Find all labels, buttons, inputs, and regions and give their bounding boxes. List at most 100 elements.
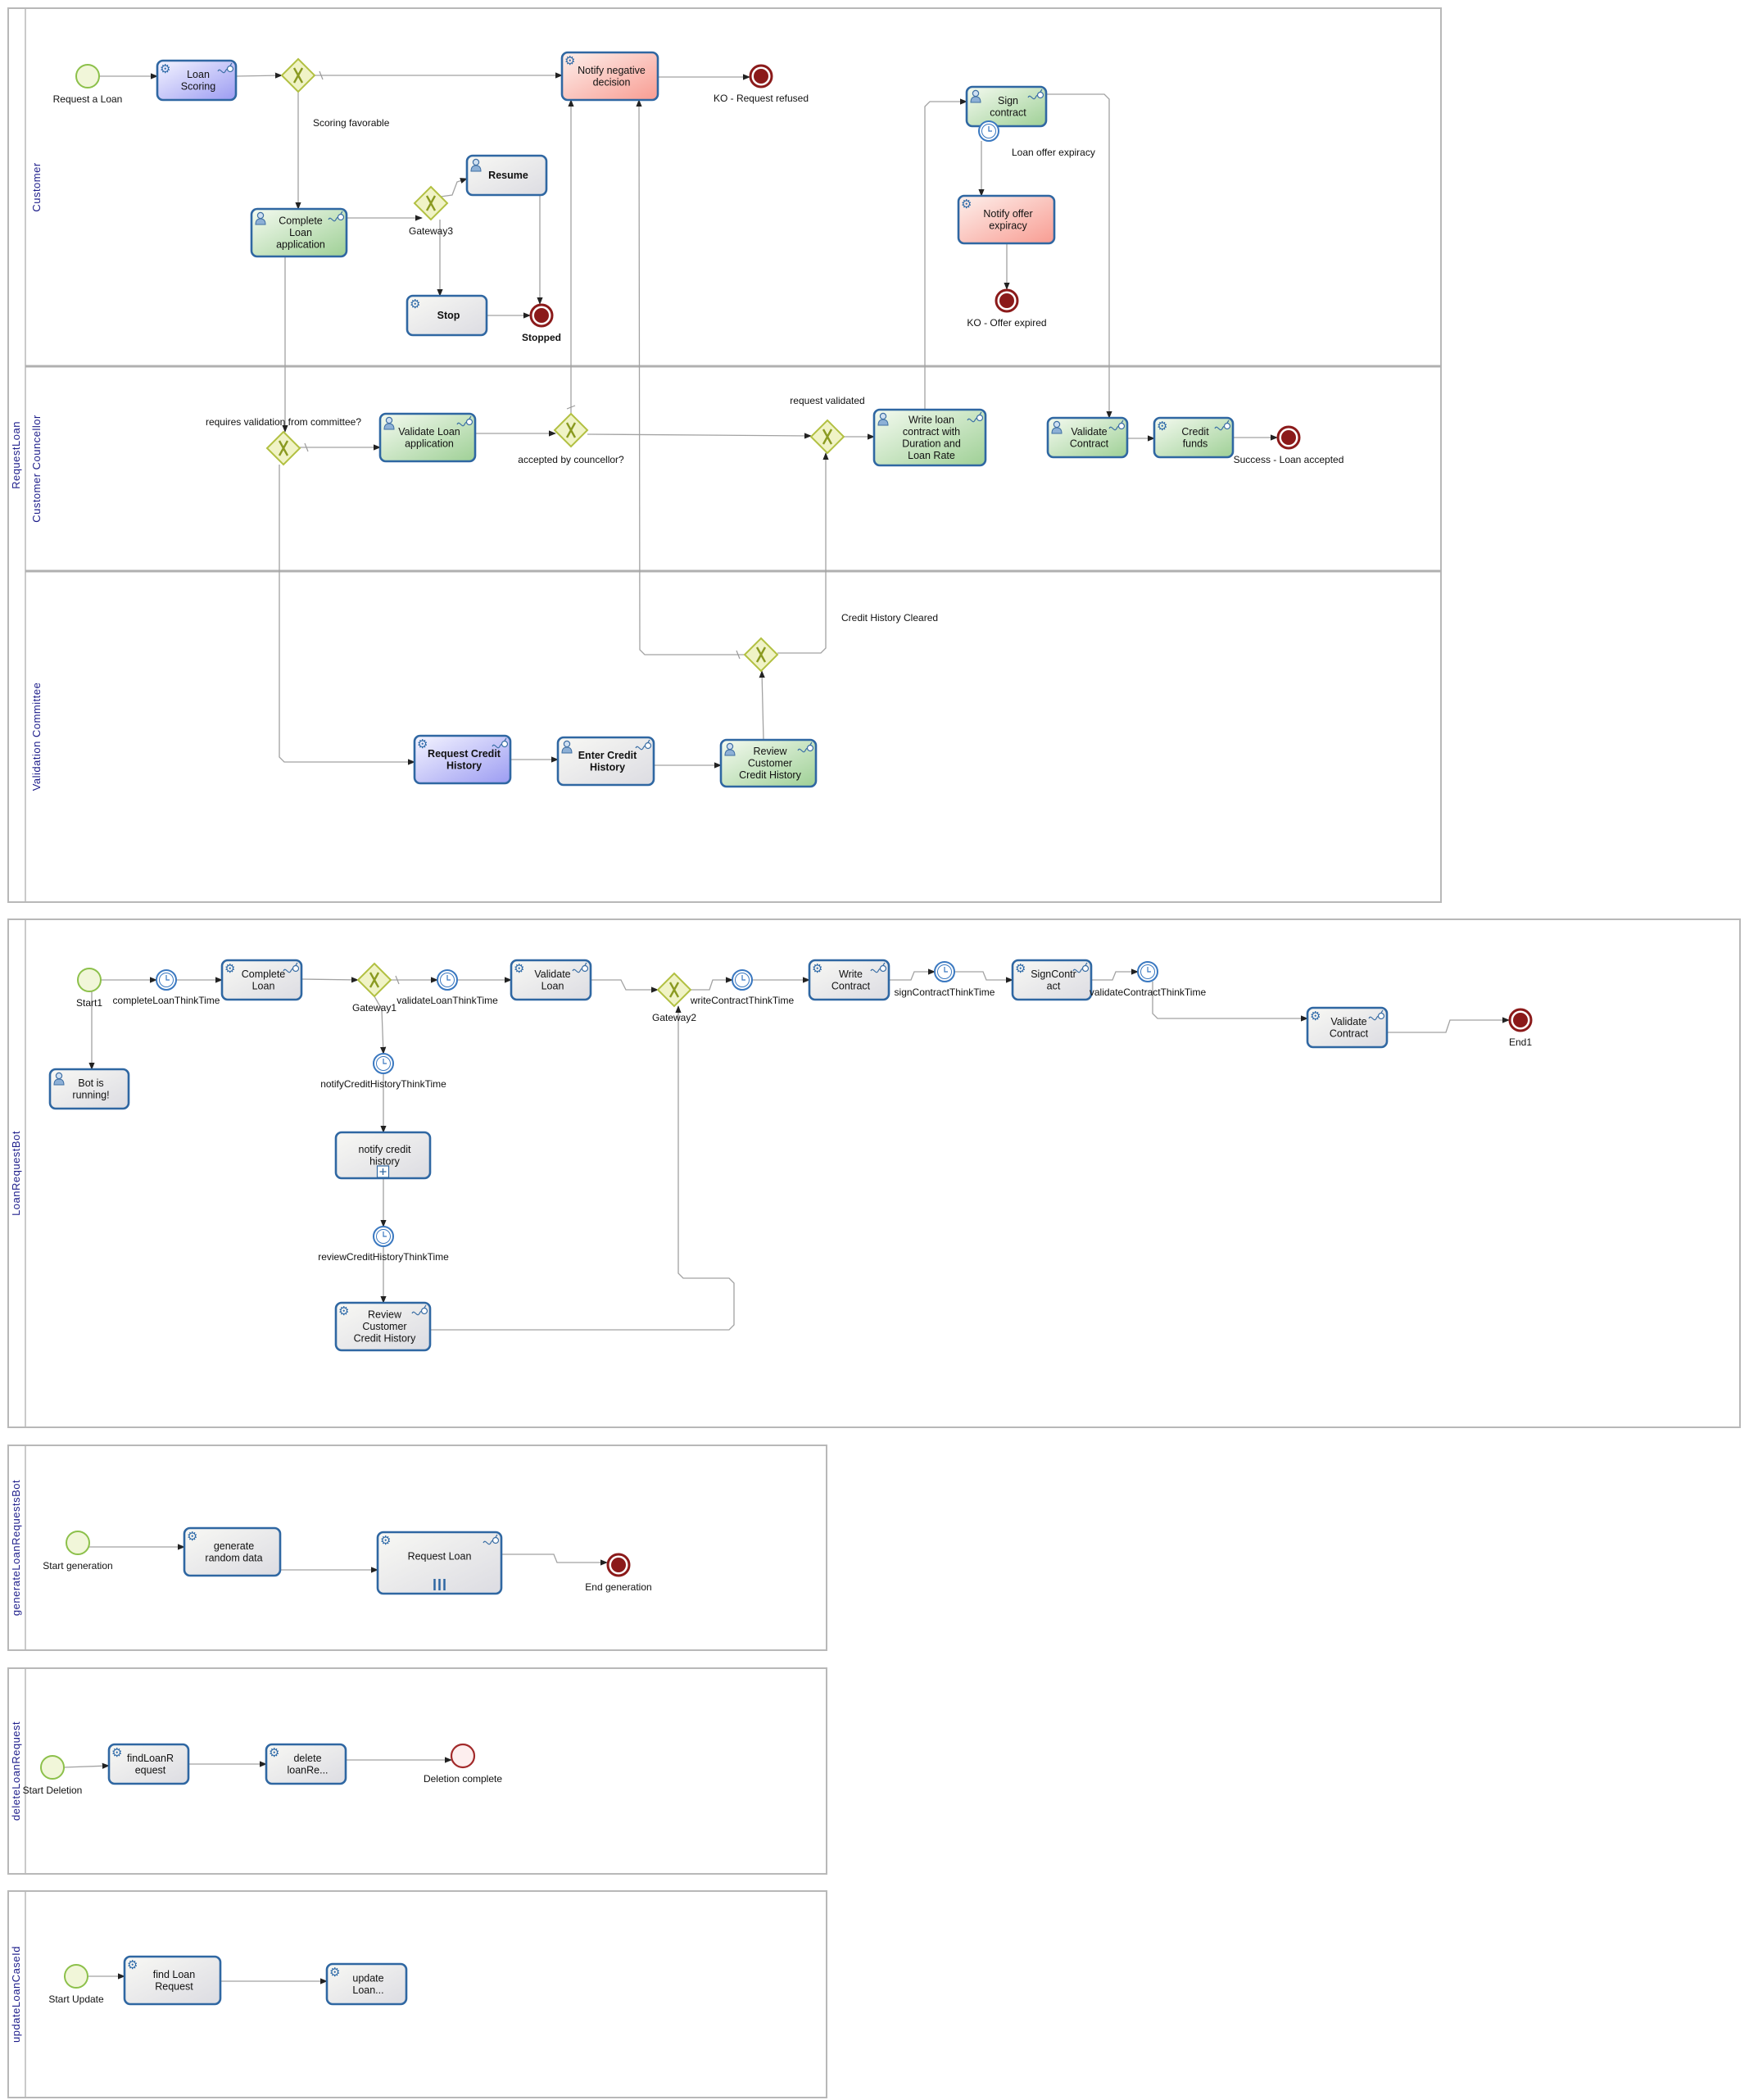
- pools-layer: RequestLoanCustomerCustomer CouncellorVa…: [7, 7, 1741, 2098]
- task-b_review[interactable]: ⚙ ReviewCustomerCredit History: [334, 1301, 432, 1352]
- task-b_write[interactable]: ⚙ WriteContract: [808, 959, 890, 1001]
- gear-icon: ⚙: [160, 62, 170, 76]
- task-validate_contract[interactable]: ValidateContract: [1046, 416, 1129, 459]
- end-event-circle: [450, 1743, 476, 1769]
- user-icon-body: [470, 165, 482, 172]
- node-label: validateLoanThinkTime: [396, 995, 498, 1006]
- task-sign_contract[interactable]: Signcontract: [965, 85, 1048, 128]
- connector-icon-plug: [1036, 91, 1044, 99]
- node-label: reviewCreditHistoryThinkTime: [318, 1251, 449, 1263]
- node-label-line: loanRe...: [287, 1764, 328, 1776]
- gear-icon: ⚙: [380, 1534, 391, 1548]
- task-request_credit[interactable]: ⚙Request CreditHistory: [413, 734, 512, 785]
- user-icon-head: [563, 740, 571, 748]
- task-find_loan[interactable]: ⚙ find LoanRequest: [123, 1955, 222, 2006]
- node-label-line: contract: [990, 107, 1026, 118]
- node-label-line: Loan: [289, 227, 312, 238]
- connector-icon-plug: [879, 964, 887, 973]
- pool-name-label: RequestLoan: [10, 421, 22, 489]
- task-b_validate[interactable]: ⚙ ValidateLoan: [510, 959, 592, 1001]
- subprocess-expand-icon[interactable]: [376, 1165, 390, 1178]
- task-loan_scoring[interactable]: ⚙ LoanScoring: [156, 59, 238, 102]
- node-label-line: Review: [368, 1309, 402, 1321]
- node-label-line: Request: [155, 1980, 193, 1992]
- node-label-line: Stop: [437, 310, 460, 321]
- user-icon-body: [561, 746, 573, 754]
- task-credit_funds[interactable]: ⚙ Creditfunds: [1153, 416, 1235, 459]
- task-b_complete[interactable]: ⚙ CompleteLoan: [220, 959, 303, 1001]
- connector-icon-plug: [976, 414, 984, 422]
- end-event-fill: [611, 1558, 626, 1572]
- lane-name-customer: Customer: [30, 162, 43, 212]
- gear-icon: ⚙: [417, 737, 428, 751]
- start-event-circle: [75, 64, 100, 88]
- node-label-line: Contract: [1070, 438, 1109, 449]
- node-label-line: generate: [214, 1540, 254, 1552]
- start-event-circle: [64, 1964, 88, 1989]
- task-bot_running[interactable]: Bot isrunning!: [48, 1068, 130, 1110]
- node-label: Gateway3: [409, 225, 453, 237]
- node-label: requires validation from committee?: [206, 416, 361, 428]
- task-gen_random[interactable]: ⚙ generaterandom data: [183, 1526, 282, 1577]
- gear-icon: ⚙: [812, 962, 822, 976]
- user-icon-head: [879, 412, 887, 420]
- task-enter_credit[interactable]: Enter CreditHistory: [556, 736, 655, 787]
- gear-icon: ⚙: [187, 1530, 197, 1544]
- end-event-fill: [534, 308, 549, 323]
- node-label-line: funds: [1183, 438, 1208, 449]
- task-notify_offer[interactable]: ⚙ Notify offerexpiracy: [957, 194, 1056, 245]
- node-label: Gateway2: [652, 1012, 696, 1023]
- gear-icon: ⚙: [269, 1746, 279, 1760]
- task-request_loan[interactable]: ⚙ Request Loan: [376, 1531, 503, 1595]
- node-label: KO - Offer expired: [967, 317, 1046, 329]
- start-event-circle: [66, 1531, 90, 1555]
- node-label: Loan offer expiracy: [1012, 147, 1095, 158]
- node-label: validateContractThinkTime: [1090, 987, 1207, 998]
- node-label: completeLoanThinkTime: [113, 995, 220, 1006]
- node-label: request validated: [790, 395, 864, 406]
- gear-icon: ⚙: [1310, 1009, 1321, 1023]
- task-review_credit[interactable]: ReviewCustomerCredit History: [719, 738, 818, 788]
- task-find_loanr[interactable]: ⚙ findLoanRequest: [107, 1743, 190, 1785]
- task-sub_notify[interactable]: notify credithistory: [334, 1131, 432, 1180]
- user-icon-head: [55, 1072, 63, 1080]
- node-label-line: decision: [593, 76, 631, 88]
- node-label: signContractThinkTime: [895, 987, 995, 998]
- node-label-line: Loan...: [352, 1984, 383, 1996]
- node-label: accepted by councellor?: [518, 454, 624, 465]
- task-stop[interactable]: ⚙ Stop: [406, 294, 488, 337]
- node-label-line: Request Credit: [428, 748, 501, 760]
- task-notify_neg[interactable]: ⚙Notify negativedecision: [560, 51, 659, 102]
- gear-icon: ⚙: [564, 54, 575, 68]
- start-event-circle: [77, 968, 102, 992]
- task-b_sign[interactable]: ⚙ SignContract: [1011, 959, 1093, 1001]
- gear-icon: ⚙: [1157, 420, 1167, 433]
- node-label-line: Complete: [242, 968, 286, 980]
- task-write_loan[interactable]: Write loancontract withDuration andLoan …: [872, 408, 987, 467]
- node-label: End1: [1509, 1036, 1532, 1048]
- user-icon-head: [1053, 420, 1061, 429]
- node-label: Credit History Cleared: [841, 612, 938, 624]
- connector-icon-plug: [501, 740, 509, 748]
- pool-name-label: deleteLoanRequest: [10, 1721, 22, 1821]
- node-label-line: findLoanR: [127, 1753, 174, 1764]
- gear-icon: ⚙: [127, 1958, 138, 1972]
- node-label-line: Review: [754, 746, 788, 757]
- task-update_loan[interactable]: ⚙ updateLoan...: [325, 1962, 408, 2006]
- task-delete_loan[interactable]: ⚙ deleteloanRe...: [265, 1743, 347, 1785]
- connector-icon-plug: [1117, 422, 1126, 430]
- node-label-line: SignContr: [1031, 968, 1076, 980]
- task-complete_app[interactable]: CompleteLoanapplication: [250, 207, 348, 258]
- pool-name-label: LoanRequestBot: [10, 1131, 22, 1216]
- user-icon-body: [53, 1078, 65, 1086]
- node-label-line: find Loan: [153, 1969, 195, 1980]
- task-resume[interactable]: Resume: [465, 154, 548, 197]
- connector-icon-plug: [337, 213, 345, 221]
- node-label-line: Loan: [187, 69, 210, 80]
- start-event-circle: [40, 1755, 65, 1780]
- task-validate_loan_app[interactable]: Validate Loanapplication: [378, 412, 477, 463]
- end-event-fill: [1513, 1013, 1528, 1027]
- task-b_valcontract[interactable]: ⚙ ValidateContract: [1306, 1006, 1389, 1049]
- gear-icon: ⚙: [224, 962, 235, 976]
- node-label-line: Enter Credit: [578, 750, 637, 761]
